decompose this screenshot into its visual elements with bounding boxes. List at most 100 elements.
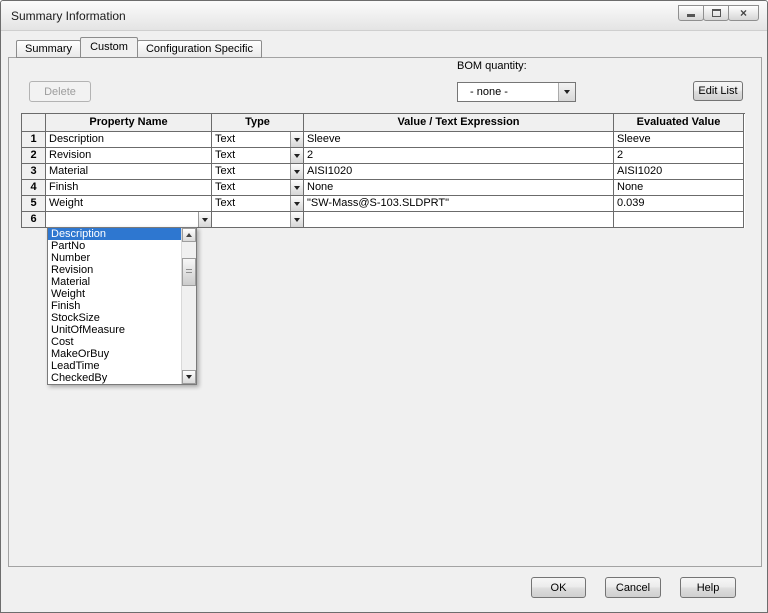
- dropdown-item[interactable]: CheckedBy: [48, 372, 181, 384]
- dropdown-item[interactable]: Revision: [48, 264, 181, 276]
- chevron-down-icon: [294, 186, 300, 190]
- dropdown-item[interactable]: Cost: [48, 336, 181, 348]
- evaluated-value-cell: Sleeve: [614, 132, 744, 148]
- dropdown-item[interactable]: Material: [48, 276, 181, 288]
- row-number: 1: [22, 132, 46, 148]
- dropdown-item[interactable]: Description: [48, 228, 181, 240]
- close-button[interactable]: ×: [728, 5, 759, 21]
- property-name-combobox[interactable]: [46, 212, 212, 228]
- scroll-up-button[interactable]: [182, 228, 196, 242]
- header-evaluated-value: Evaluated Value: [614, 114, 744, 132]
- summary-information-dialog: Summary Information × Summary Custom Con…: [0, 0, 768, 613]
- scrollbar-track[interactable]: [182, 242, 196, 370]
- type-cell[interactable]: Text: [212, 180, 304, 196]
- cancel-button[interactable]: Cancel: [605, 577, 661, 598]
- dropdown-item[interactable]: Weight: [48, 288, 181, 300]
- dropdown-item[interactable]: PartNo: [48, 240, 181, 252]
- type-cell[interactable]: Text: [212, 148, 304, 164]
- row-number: 2: [22, 148, 46, 164]
- delete-button[interactable]: Delete: [29, 81, 91, 102]
- type-cell[interactable]: [212, 212, 304, 228]
- value-expression-cell[interactable]: [304, 212, 614, 228]
- property-name-cell[interactable]: Material: [46, 164, 212, 180]
- minimize-button[interactable]: [678, 5, 704, 21]
- title-bar[interactable]: Summary Information ×: [1, 1, 767, 31]
- property-name-cell[interactable]: Revision: [46, 148, 212, 164]
- value-expression-cell[interactable]: Sleeve: [304, 132, 614, 148]
- evaluated-value-cell: 2: [614, 148, 744, 164]
- type-value: Text: [212, 164, 290, 179]
- dropdown-item[interactable]: Number: [48, 252, 181, 264]
- row-number: 5: [22, 196, 46, 212]
- scroll-down-button[interactable]: [182, 370, 196, 384]
- scrollbar-thumb[interactable]: [182, 258, 196, 286]
- tab-strip: Summary Custom Configuration Specific: [16, 37, 262, 58]
- type-dropdown-button[interactable]: [290, 212, 303, 227]
- chevron-down-icon: [564, 90, 570, 94]
- type-dropdown-button[interactable]: [290, 164, 303, 179]
- bom-quantity-dropdown[interactable]: - none -: [457, 82, 576, 102]
- property-name-cell[interactable]: Weight: [46, 196, 212, 212]
- type-cell[interactable]: Text: [212, 132, 304, 148]
- chevron-down-icon: [202, 218, 208, 222]
- row-number: 4: [22, 180, 46, 196]
- bom-quantity-value: - none -: [458, 86, 558, 98]
- minimize-icon: [687, 14, 695, 17]
- dropdown-item[interactable]: StockSize: [48, 312, 181, 324]
- close-icon: ×: [740, 7, 747, 19]
- value-expression-cell[interactable]: None: [304, 180, 614, 196]
- header-type: Type: [212, 114, 304, 132]
- type-dropdown-button[interactable]: [290, 196, 303, 211]
- evaluated-value-cell: AISI1020: [614, 164, 744, 180]
- type-cell[interactable]: Text: [212, 196, 304, 212]
- value-expression-cell[interactable]: AISI1020: [304, 164, 614, 180]
- value-expression-cell[interactable]: "SW-Mass@S-103.SLDPRT": [304, 196, 614, 212]
- evaluated-value-cell: 0.039: [614, 196, 744, 212]
- evaluated-value-cell: None: [614, 180, 744, 196]
- dropdown-item[interactable]: UnitOfMeasure: [48, 324, 181, 336]
- chevron-down-icon: [294, 154, 300, 158]
- property-name-cell[interactable]: Finish: [46, 180, 212, 196]
- tab-configuration-specific[interactable]: Configuration Specific: [137, 40, 262, 58]
- help-button[interactable]: Help: [680, 577, 736, 598]
- dropdown-scrollbar[interactable]: [181, 228, 196, 384]
- dropdown-item-list: Description PartNo Number Revision Mater…: [48, 228, 181, 384]
- type-dropdown-button[interactable]: [290, 180, 303, 195]
- chevron-up-icon: [186, 233, 192, 237]
- value-expression-cell[interactable]: 2: [304, 148, 614, 164]
- type-dropdown-button[interactable]: [290, 148, 303, 163]
- type-cell[interactable]: Text: [212, 164, 304, 180]
- property-name-value: [46, 212, 198, 227]
- type-value: [212, 212, 290, 227]
- chevron-down-icon: [294, 170, 300, 174]
- evaluated-value-cell: [614, 212, 744, 228]
- type-value: Text: [212, 196, 290, 211]
- chevron-down-icon: [294, 202, 300, 206]
- dropdown-item[interactable]: MakeOrBuy: [48, 348, 181, 360]
- bom-quantity-label: BOM quantity:: [457, 60, 527, 72]
- type-value: Text: [212, 132, 290, 147]
- chevron-down-icon: [294, 138, 300, 142]
- ok-button[interactable]: OK: [531, 577, 586, 598]
- window-title: Summary Information: [11, 9, 126, 23]
- edit-list-button[interactable]: Edit List: [693, 81, 743, 101]
- property-name-dropdown-button[interactable]: [198, 212, 211, 227]
- header-corner-cell: [22, 114, 46, 132]
- type-value: Text: [212, 148, 290, 163]
- maximize-button[interactable]: [703, 5, 729, 21]
- type-dropdown-button[interactable]: [290, 132, 303, 147]
- property-name-cell[interactable]: Description: [46, 132, 212, 148]
- chevron-down-icon: [294, 218, 300, 222]
- row-number: 3: [22, 164, 46, 180]
- tab-custom[interactable]: Custom: [80, 37, 138, 58]
- custom-properties-table: Property Name Type Value / Text Expressi…: [21, 113, 745, 228]
- window-controls: ×: [679, 5, 759, 21]
- tab-summary[interactable]: Summary: [16, 40, 81, 58]
- header-property-name: Property Name: [46, 114, 212, 132]
- property-name-dropdown-list: Description PartNo Number Revision Mater…: [47, 227, 197, 385]
- dropdown-item[interactable]: LeadTime: [48, 360, 181, 372]
- dropdown-item[interactable]: Finish: [48, 300, 181, 312]
- type-value: Text: [212, 180, 290, 195]
- maximize-icon: [712, 9, 721, 17]
- bom-dropdown-button[interactable]: [558, 83, 575, 101]
